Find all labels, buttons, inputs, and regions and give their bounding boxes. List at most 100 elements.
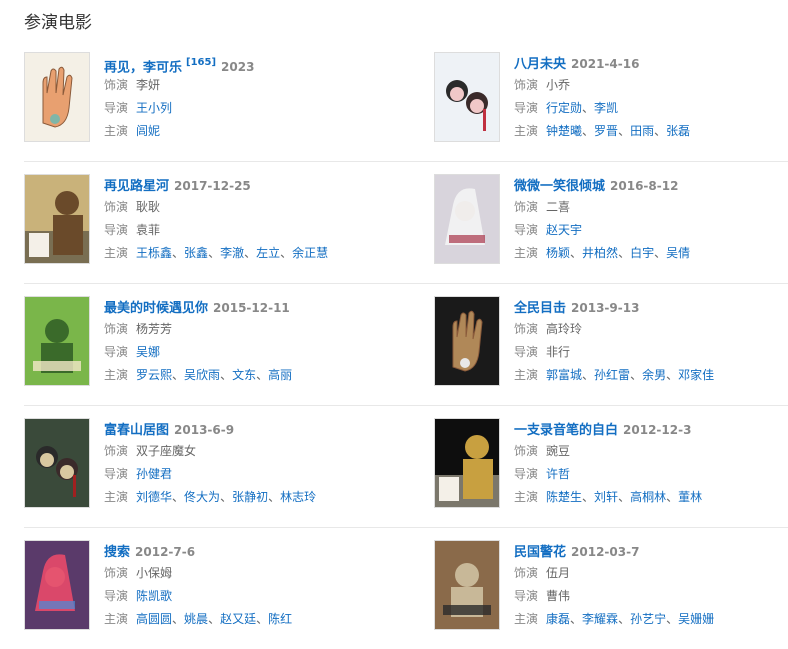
starring-value[interactable]: 姚晨 [184,612,208,626]
starring-value[interactable]: 刘德华 [136,490,172,504]
director-value[interactable]: 赵天宇 [546,223,582,237]
movie-poster[interactable] [434,540,500,630]
director-value[interactable]: 吴娜 [136,345,160,359]
separator: 、 [280,246,293,260]
movie-title-link[interactable]: 八月未央 [514,57,566,72]
hand-poster-icon [25,53,89,141]
movie-card: 微微一笑很倾城 2016-8-12 饰演 二喜 导演 赵天宇 主演 杨颖、井柏然、白宇、吴倩 [434,174,788,274]
starring-value[interactable]: 陈楚生 [546,490,582,504]
starring-value[interactable]: 孙红雷 [594,368,630,382]
director-value[interactable]: 李凯 [594,101,618,115]
movie-title-link[interactable]: 最美的时候遇见你 [104,301,208,316]
starring-value[interactable]: 杨颖 [546,246,570,260]
starring-value[interactable]: 刘轩 [594,490,618,504]
movie-card: 一支录音笔的自白 2012-12-3 饰演 豌豆 导演 许哲 主演 陈楚生、刘轩、高桐林、董林 [434,418,788,518]
release-date: 2017-12-25 [174,179,251,193]
director: 导演 行定勋、李凯 [514,97,788,120]
starring-value[interactable]: 吴倩 [666,246,690,260]
starring: 主演 郭富城、孙红雷、余男、邓家佳 [514,364,788,387]
starring-value[interactable]: 赵又廷 [220,612,256,626]
movie-poster[interactable] [24,540,90,630]
director-value[interactable]: 王小列 [136,101,172,115]
separator: 、 [172,368,185,382]
starring-value[interactable]: 高桐林 [630,490,666,504]
director: 导演 吴娜 [104,341,384,364]
movie-poster[interactable] [24,52,90,142]
role-label: 饰演 [104,78,129,92]
movie-info: 搜索 2012-7-6 饰演 小保姆 导演 陈凯歌 主演 高圆圆、姚晨、赵又廷、陈红 [104,540,384,631]
movie-card: 再见，李可乐 [165] 2023 饰演 李妍 导演 王小列 主演 闾妮 [24,52,384,152]
starring-value[interactable]: 郭富城 [546,368,582,382]
starring-value[interactable]: 闾妮 [136,124,160,138]
director-value[interactable]: 孙健君 [136,467,172,481]
movie-row: 富春山居图 2013-6-9 饰演 双子座魔女 导演 孙健君 主演 刘德华、佟大为、张静初、林… [24,406,788,528]
director-label: 导演 [514,589,539,603]
movie-title-link[interactable]: 再见路星河 [104,179,169,194]
starring-value[interactable]: 李耀霖 [582,612,618,626]
movie-title-link[interactable]: 全民目击 [514,301,566,316]
role-label: 饰演 [514,444,539,458]
starring-value[interactable]: 张静初 [232,490,268,504]
starring-value[interactable]: 钟楚曦 [546,124,582,138]
starring-value[interactable]: 余男 [642,368,666,382]
starring-value[interactable]: 罗晋 [594,124,618,138]
starring-value[interactable]: 王栎鑫 [136,246,172,260]
movie-title-line: 民国警花 2012-03-7 [514,540,788,562]
separator: 、 [666,490,679,504]
director-value[interactable]: 行定勋 [546,101,582,115]
starring-value[interactable]: 张鑫 [184,246,208,260]
starring-value[interactable]: 罗云熙 [136,368,172,382]
director-value[interactable]: 陈凯歌 [136,589,172,603]
starring-value[interactable]: 林志玲 [280,490,316,504]
starring: 主演 钟楚曦、罗晋、田雨、张磊 [514,120,788,143]
movie-row: 再见，李可乐 [165] 2023 饰演 李妍 导演 王小列 主演 闾妮 八月未央 2021-4-1… [24,40,788,162]
role-value: 杨芳芳 [136,322,173,336]
starring-value[interactable]: 余正慧 [292,246,328,260]
starring-value[interactable]: 井柏然 [582,246,618,260]
starring-value[interactable]: 高圆圆 [136,612,172,626]
movie-title-link[interactable]: 一支录音笔的自白 [514,423,618,438]
movie-poster[interactable] [434,418,500,508]
starring-value[interactable]: 张磊 [666,124,690,138]
role-value: 小乔 [546,78,571,92]
starring-value[interactable]: 佟大为 [184,490,220,504]
starring-value[interactable]: 田雨 [630,124,654,138]
movie-poster[interactable] [434,52,500,142]
starring-value[interactable]: 白宇 [630,246,654,260]
citation-ref-link[interactable]: [165] [186,57,216,68]
director: 导演 孙健君 [104,463,384,486]
starring-value[interactable]: 吴姗姗 [678,612,714,626]
starring-value[interactable]: 陈红 [268,612,292,626]
movie-title-link[interactable]: 民国警花 [514,545,566,560]
starring-label: 主演 [514,612,539,626]
movie-poster[interactable] [434,296,500,386]
starring-label: 主演 [514,124,539,138]
starring-value[interactable]: 吴欣雨 [184,368,220,382]
starring-value[interactable]: 孙艺宁 [630,612,666,626]
movie-info: 八月未央 2021-4-16 饰演 小乔 导演 行定勋、李凯 主演 钟楚曦、罗晋、田雨、张磊 [514,52,788,143]
movie-title-link[interactable]: 搜索 [104,545,130,560]
director-value[interactable]: 许哲 [546,467,570,481]
separator: 、 [244,246,257,260]
movie-title-link[interactable]: 富春山居图 [104,423,169,438]
movie-info: 再见路星河 2017-12-25 饰演 耿耿 导演 袁菲 主演 王栎鑫、张鑫、李澈、左立、余正… [104,174,384,265]
movie-info: 最美的时候遇见你 2015-12-11 饰演 杨芳芳 导演 吴娜 主演 罗云熙、吴欣雨、文东、… [104,296,384,387]
starring-value[interactable]: 邓家佳 [678,368,714,382]
starring-value[interactable]: 董林 [678,490,702,504]
starring-value[interactable]: 李澈 [220,246,244,260]
movie-poster[interactable] [24,418,90,508]
movie-poster[interactable] [24,174,90,264]
movie-poster[interactable] [434,174,500,264]
starring-value[interactable]: 高丽 [268,368,292,382]
director: 导演 曹伟 [514,585,788,608]
movie-title-link[interactable]: 微微一笑很倾城 [514,179,605,194]
movie-card: 全民目击 2013-9-13 饰演 高玲玲 导演 非行 主演 郭富城、孙红雷、余男、邓家佳 [434,296,788,396]
director-value: 袁菲 [136,223,161,237]
starring: 主演 罗云熙、吴欣雨、文东、高丽 [104,364,384,387]
movie-poster[interactable] [24,296,90,386]
starring-value[interactable]: 文东 [232,368,256,382]
starring-value[interactable]: 左立 [256,246,280,260]
separator: 、 [582,124,595,138]
separator: 、 [618,490,631,504]
starring-value[interactable]: 康磊 [546,612,570,626]
